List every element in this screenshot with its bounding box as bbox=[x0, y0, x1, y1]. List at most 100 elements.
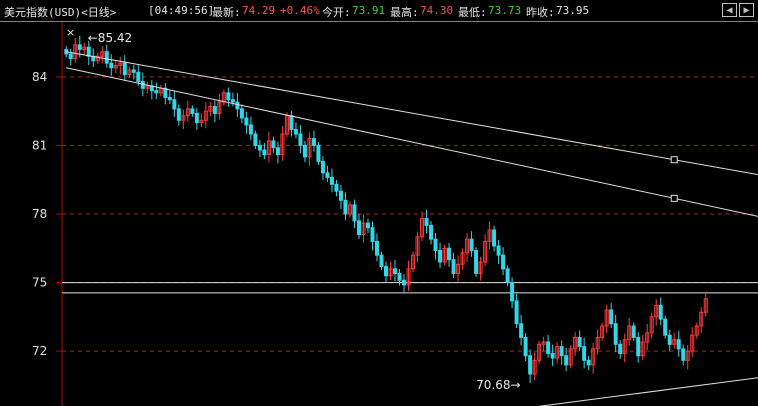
candle-body bbox=[383, 266, 389, 277]
candle-body bbox=[302, 144, 307, 158]
arrow-right-icon[interactable]: ▶ bbox=[739, 3, 754, 17]
candle-body bbox=[329, 176, 334, 185]
candle-body bbox=[356, 220, 361, 236]
trendlines[interactable] bbox=[66, 51, 758, 406]
candlestick-chart[interactable]: 84 81 78 75 72 ←85.42 70.68→ × bbox=[0, 22, 758, 406]
timestamp: [04:49:56] bbox=[148, 4, 215, 17]
candle-body bbox=[501, 254, 506, 270]
candle-body bbox=[379, 254, 384, 268]
candle-body bbox=[676, 339, 681, 350]
candle-body bbox=[122, 62, 127, 76]
candle-body bbox=[496, 245, 501, 256]
y-axis-ticks: 84 81 78 75 72 bbox=[32, 70, 62, 358]
high-label: 最高: bbox=[390, 6, 419, 19]
candle-body bbox=[397, 272, 402, 281]
instrument-title: 美元指数(USD)<日线> bbox=[4, 6, 117, 19]
candle-body bbox=[586, 359, 591, 366]
candle-body bbox=[370, 227, 375, 242]
arrow-left-icon[interactable]: ◀ bbox=[722, 3, 737, 17]
candle-body bbox=[546, 341, 551, 354]
candle-body bbox=[271, 140, 276, 149]
candle-body bbox=[469, 238, 474, 252]
candle-body bbox=[239, 108, 244, 119]
candle-body bbox=[289, 115, 294, 130]
trendline-handle bbox=[670, 156, 678, 164]
candle-body bbox=[663, 318, 668, 336]
candle-body bbox=[343, 199, 348, 215]
candle-body bbox=[636, 336, 641, 357]
latest-value: 74.29 bbox=[242, 4, 276, 17]
candle-body bbox=[131, 69, 136, 73]
quote-header-bar: 美元指数(USD)<日线> [04:49:56] 最新: 74.29 +0.46… bbox=[0, 0, 758, 22]
candle-body bbox=[658, 304, 663, 320]
change-percent: +0.46% bbox=[280, 4, 320, 17]
candle-body bbox=[257, 144, 262, 151]
collapse-icon[interactable]: × bbox=[66, 26, 75, 39]
candle-body bbox=[424, 218, 429, 226]
prev-close-label: 昨收: bbox=[526, 6, 555, 19]
candle-body bbox=[510, 282, 515, 302]
candle-body bbox=[564, 355, 569, 366]
candle-body bbox=[104, 51, 109, 64]
candle-body bbox=[167, 96, 172, 101]
candle-body bbox=[262, 149, 267, 156]
price-gridlines bbox=[62, 76, 758, 352]
candle-body bbox=[618, 343, 623, 354]
candle-body bbox=[667, 334, 672, 345]
open-label: 今开: bbox=[322, 6, 351, 19]
y-tick-label: 78 bbox=[32, 207, 47, 221]
candle-body bbox=[519, 323, 524, 338]
candle-body bbox=[253, 133, 258, 146]
candle-body bbox=[136, 71, 141, 82]
high-value: 74.30 bbox=[420, 4, 454, 17]
candle-body bbox=[212, 106, 217, 114]
candle-body bbox=[334, 183, 339, 192]
trendline-handle bbox=[670, 194, 678, 202]
candle-body bbox=[311, 138, 316, 146]
candle-body bbox=[338, 190, 343, 201]
candle-body bbox=[226, 92, 231, 101]
candle-body bbox=[550, 352, 555, 359]
prev-close-value: 73.95 bbox=[556, 4, 590, 17]
candle-body bbox=[275, 147, 280, 156]
candle-body bbox=[681, 348, 686, 361]
candle-body bbox=[474, 250, 479, 274]
candle-body bbox=[492, 229, 497, 247]
candle-body bbox=[316, 144, 321, 162]
candle-body bbox=[433, 238, 438, 252]
candle-body bbox=[577, 336, 582, 348]
candle-body bbox=[352, 204, 357, 222]
candle-body bbox=[293, 128, 298, 135]
candle-body bbox=[429, 224, 434, 240]
candle-body bbox=[194, 112, 199, 124]
candle-body bbox=[86, 46, 91, 57]
candle-body bbox=[298, 133, 303, 146]
candle-body bbox=[523, 336, 528, 357]
y-tick-label: 72 bbox=[32, 344, 47, 358]
candle-body bbox=[438, 250, 443, 263]
candle-body bbox=[374, 240, 379, 256]
candle-body bbox=[505, 268, 510, 284]
latest-label: 最新: bbox=[212, 6, 241, 19]
candle-body bbox=[325, 172, 330, 178]
chart-canvas[interactable]: 84 81 78 75 72 ←85.42 70.68→ × bbox=[0, 22, 758, 406]
candle-body bbox=[154, 90, 159, 94]
candle-body bbox=[320, 160, 325, 174]
candle-body bbox=[190, 108, 195, 114]
y-tick-label: 75 bbox=[32, 276, 47, 290]
y-tick-label: 84 bbox=[32, 70, 47, 84]
candle-body bbox=[248, 124, 253, 135]
candle-body bbox=[609, 309, 614, 325]
candle-body bbox=[109, 62, 114, 69]
candle-body bbox=[235, 101, 240, 110]
candle-body bbox=[451, 259, 456, 274]
y-tick-label: 81 bbox=[32, 138, 47, 152]
trendline bbox=[66, 51, 758, 176]
candle-body bbox=[631, 325, 636, 338]
candle-body bbox=[447, 247, 452, 261]
candle-body bbox=[582, 346, 587, 361]
candle-body bbox=[402, 279, 407, 286]
candle-body bbox=[613, 323, 618, 345]
candle-body bbox=[172, 99, 177, 110]
low-value: 73.73 bbox=[488, 4, 522, 17]
